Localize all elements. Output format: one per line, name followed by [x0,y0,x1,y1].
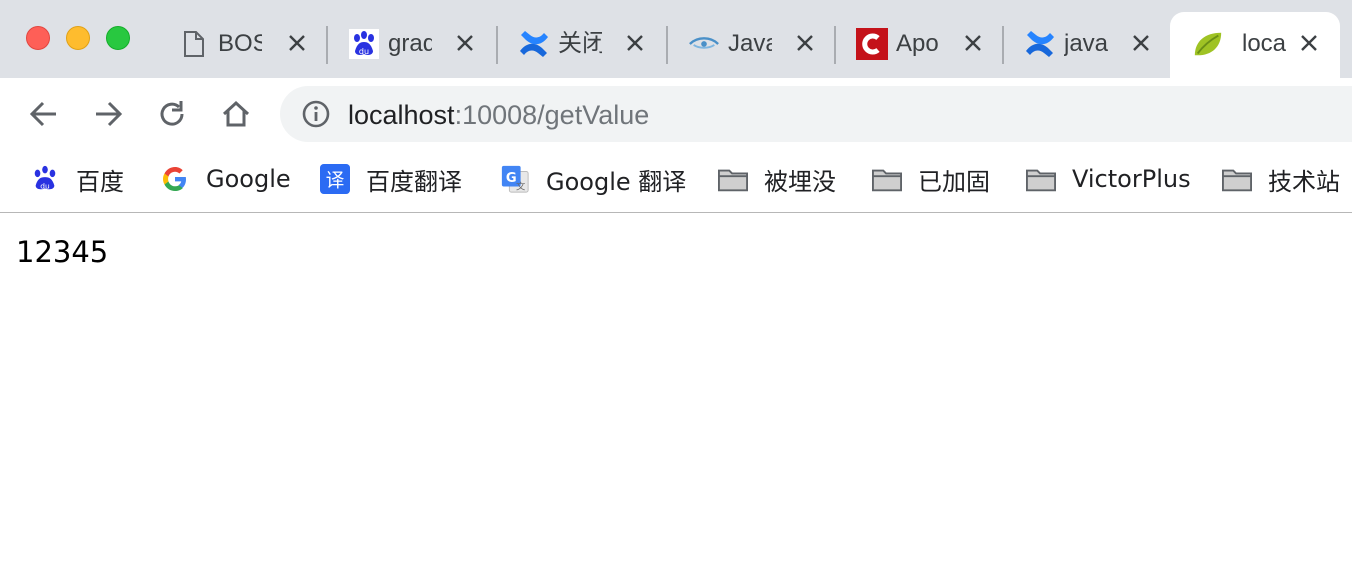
translate-icon: 译 [320,164,350,194]
tab-title: BOS [218,30,262,57]
window-maximize-button[interactable] [106,26,130,50]
tab-separator [666,26,668,64]
folder-icon [872,164,902,194]
tab-separator [1002,26,1004,64]
bookmark-label: 已加固 [918,167,990,196]
tab-separator [834,26,836,64]
red-c-icon [856,28,888,60]
tab-close-icon[interactable] [1128,30,1154,56]
tab-title: 关闭 [558,30,602,57]
forward-arrow-icon[interactable] [90,96,126,132]
bookmark-folder-yijiagu[interactable]: 已加固 [872,162,990,196]
bookmark-label: 技术站 [1268,167,1340,196]
url-text[interactable]: localhost:10008/getValue [348,99,649,131]
tab-bos[interactable]: BOS [160,12,326,78]
bookmark-folder-jishuzhan[interactable]: 技术站 [1222,162,1340,196]
tab-java[interactable]: Java [670,12,834,78]
address-bar[interactable]: localhost:10008/getValue [280,86,1352,142]
tab-close-icon[interactable] [960,30,986,56]
document-icon [178,28,210,60]
window-close-button[interactable] [26,26,50,50]
folder-icon [1026,164,1056,194]
folder-icon [1222,164,1252,194]
baidu-paw-icon: du [30,164,60,194]
tab-apo[interactable]: Apo [838,12,1002,78]
folder-icon [718,164,748,194]
tab-localhost-active[interactable]: loca [1170,12,1340,78]
back-arrow-icon[interactable] [26,96,62,132]
bookmark-label: VictorPlus [1072,165,1191,193]
tab-separator [326,26,328,64]
bookmark-google-translate[interactable]: G文 Google 翻译 [500,162,686,196]
bookmark-label: Google 翻译 [546,167,687,196]
tab-title: java [1064,30,1108,57]
svg-text:du: du [359,47,369,56]
tab-close-icon[interactable] [284,30,310,56]
bookmark-label: Google [206,165,291,193]
tab-title: Java [728,30,772,57]
bookmark-google[interactable]: Google [160,162,291,196]
response-text: 12345 [16,235,109,269]
tab-strip: BOS du grad 关闭 Jav a [0,0,1352,78]
tab-close-icon[interactable] [1296,30,1322,56]
spring-leaf-icon [1192,28,1224,60]
bookmark-label: 被埋没 [764,167,836,196]
tab-title: loca [1242,30,1286,57]
google-g-icon [160,164,190,194]
confluence-icon [1024,28,1056,60]
bookmark-baidu-translate[interactable]: 译 百度翻译 [320,162,462,196]
page-content: 12345 [16,234,108,270]
tab-close-icon[interactable] [452,30,478,56]
site-info-icon[interactable] [302,100,330,128]
bookmark-label: 百度 [76,167,124,196]
tab-guanbi[interactable]: 关闭 [500,12,666,78]
bookmark-folder-victorplus[interactable]: VictorPlus [1026,162,1191,196]
google-translate-icon: G文 [500,164,530,194]
bookmark-folder-beimaimo[interactable]: 被埋没 [718,162,836,196]
baidu-paw-icon: du [348,28,380,60]
tab-close-icon[interactable] [622,30,648,56]
browser-toolbar: localhost:10008/getValue [0,78,1352,150]
svg-text:译: 译 [326,171,345,192]
tab-grad[interactable]: du grad [330,12,496,78]
svg-text:文: 文 [516,180,526,192]
window-minimize-button[interactable] [66,26,90,50]
url-path: :10008/getValue [454,100,650,130]
bookmarks-bar: du 百度 Google 译 百度翻译 G文 Google 翻译 被埋没 已加固 [0,150,1352,213]
reload-icon[interactable] [154,96,190,132]
bookmark-label: 百度翻译 [366,167,462,196]
tab-title: Apo [896,30,939,57]
tab-java-2[interactable]: java [1006,12,1170,78]
tab-separator [496,26,498,64]
tab-close-icon[interactable] [792,30,818,56]
bookmark-baidu[interactable]: du 百度 [30,162,124,196]
url-host: localhost [348,100,455,130]
tab-title: grad [388,30,432,57]
home-icon[interactable] [218,96,254,132]
confluence-icon [518,28,550,60]
eye-logo-icon [688,28,720,60]
svg-text:du: du [40,181,50,190]
